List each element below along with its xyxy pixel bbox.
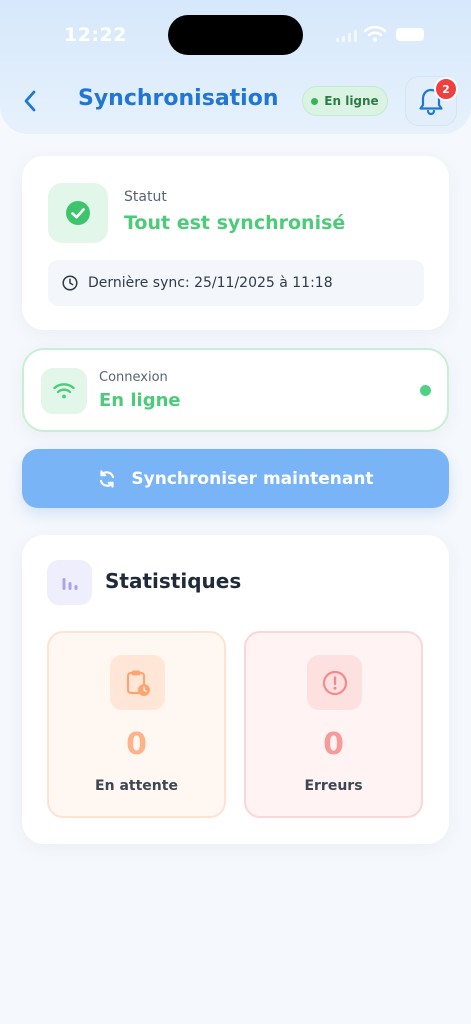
online-dot [311, 97, 319, 105]
connection-indicator-dot [420, 385, 431, 396]
last-sync-text: Dernière sync: 25/11/2025 à 11:18 [88, 275, 333, 291]
pending-icon-container [110, 655, 165, 710]
clipboard-clock-icon [126, 670, 150, 696]
connection-status-text: En ligne [324, 94, 379, 108]
connection-value: En ligne [99, 390, 181, 411]
last-sync-info: Dernière sync: 25/11/2025 à 11:18 [48, 260, 424, 306]
connection-icon-container [41, 368, 87, 414]
sync-status-card: Statut Tout est synchronisé Dernière syn… [22, 156, 449, 330]
stats-icon-container [47, 560, 92, 605]
pending-stat-tile: 0 En attente [47, 631, 226, 818]
statistics-title: Statistiques [105, 569, 242, 593]
check-circle-icon [66, 201, 90, 225]
sync-now-label: Synchroniser maintenant [131, 468, 374, 489]
errors-count: 0 [323, 727, 344, 762]
connection-status-pill: En ligne [302, 86, 388, 116]
pending-count: 0 [126, 727, 147, 762]
connection-card: Connexion En ligne [22, 348, 449, 432]
errors-label: Erreurs [304, 778, 363, 794]
dynamic-island [168, 15, 303, 55]
back-button[interactable] [16, 86, 44, 116]
status-bar-time: 12:22 [64, 24, 127, 46]
errors-icon-container [307, 655, 362, 710]
page-title: Synchronisation [78, 86, 279, 111]
clock-icon [62, 275, 78, 291]
status-value: Tout est synchronisé [124, 212, 346, 234]
cellular-signal-icon [336, 30, 357, 42]
alert-circle-icon [322, 670, 347, 695]
status-label: Statut [124, 189, 167, 205]
sync-now-button[interactable]: Synchroniser maintenant [22, 449, 449, 508]
battery-icon [396, 28, 424, 41]
connection-label: Connexion [99, 370, 168, 385]
errors-stat-tile: 0 Erreurs [244, 631, 423, 818]
bar-chart-icon [62, 577, 77, 590]
wifi-icon [53, 383, 75, 399]
refresh-icon [100, 469, 115, 488]
status-icon-container [48, 183, 108, 243]
notification-count-badge: 2 [434, 77, 458, 101]
chevron-left-icon [24, 90, 36, 112]
pending-label: En attente [95, 778, 178, 794]
statistics-card: Statistiques 0 En attente 0 Erreurs [22, 535, 449, 844]
wifi-status-icon [364, 26, 386, 42]
